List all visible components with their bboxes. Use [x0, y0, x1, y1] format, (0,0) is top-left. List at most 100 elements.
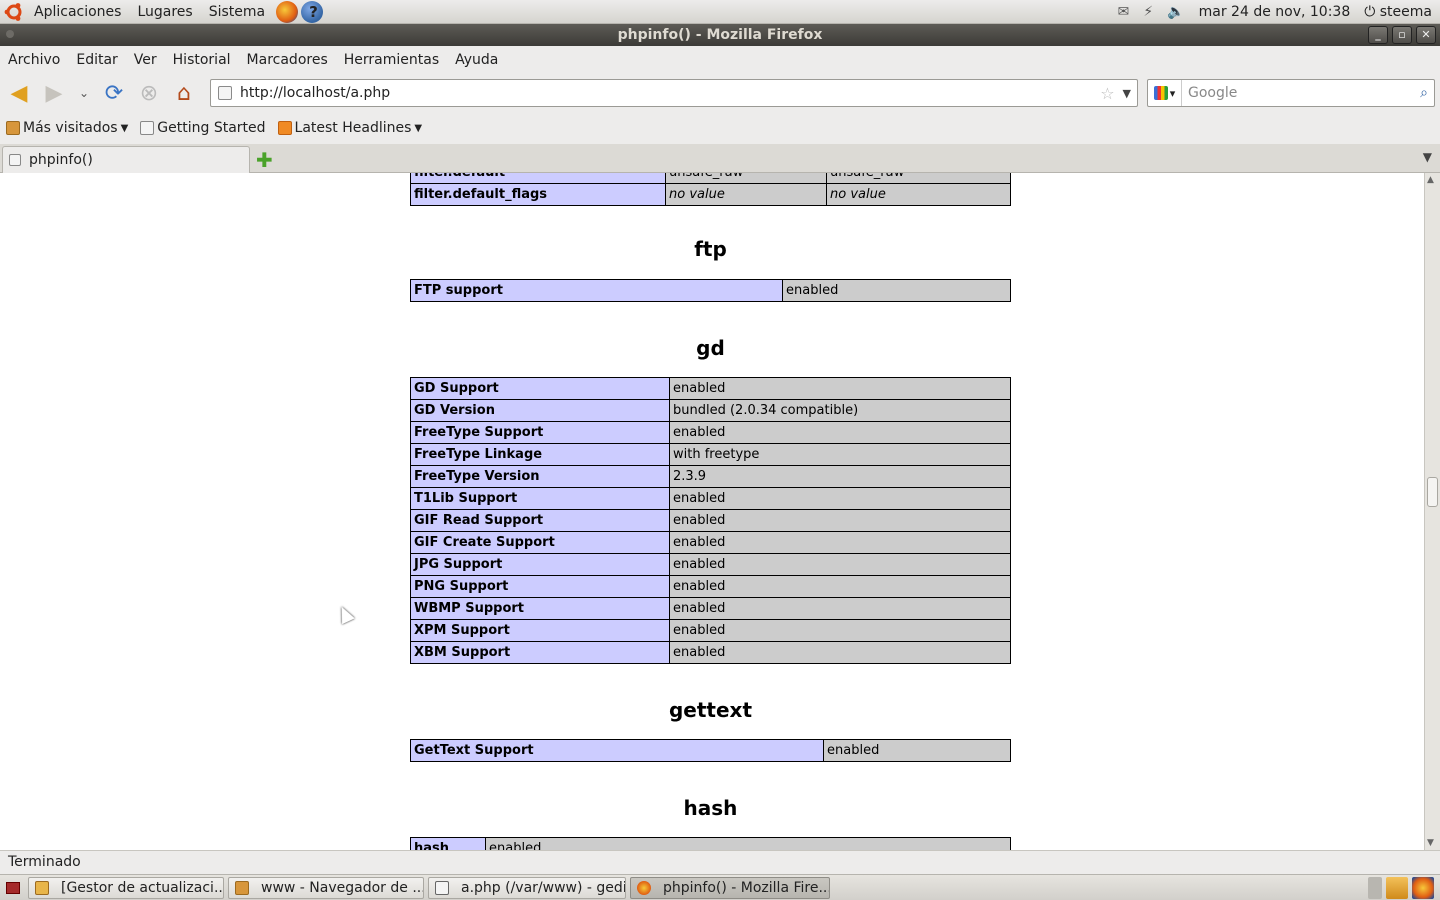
table-row: GIF Read Support enabled	[410, 509, 1011, 532]
workspace-switcher[interactable]	[1368, 876, 1382, 899]
hash-table: hash enabled	[410, 837, 1011, 850]
bookmark-getting-started[interactable]: Getting Started	[134, 120, 271, 136]
home-button[interactable]: ⌂	[168, 77, 200, 109]
taskbar-gedit[interactable]: a.php (/var/www) - gedit	[428, 876, 626, 899]
taskbar-update-manager[interactable]: [Gestor de actualizaci...	[28, 876, 224, 899]
section-title-ftp: ftp	[694, 237, 727, 261]
show-desktop-icon[interactable]	[6, 881, 20, 894]
firefox-launcher-icon[interactable]	[276, 0, 299, 23]
text-editor-icon	[435, 880, 449, 895]
minimize-button[interactable]: _	[1368, 26, 1388, 44]
table-row: FreeType Linkage with freetype	[410, 443, 1011, 466]
menu-lugares[interactable]: Lugares	[129, 4, 200, 20]
bookmark-mas-visitados[interactable]: Más visitados ▼	[0, 120, 134, 136]
power-icon: ⏻	[1364, 3, 1376, 20]
history-dropdown-button[interactable]: ⌄	[73, 77, 95, 109]
window-menu-icon[interactable]	[6, 30, 14, 38]
table-row: filter.default unsafe_raw unsafe_raw	[410, 173, 1011, 184]
url-dropdown-icon[interactable]: ▼	[1123, 87, 1131, 100]
config-key: WBMP Support	[410, 597, 670, 620]
config-value: with freetype	[669, 443, 1011, 466]
new-tab-button[interactable]: ✚	[256, 148, 273, 172]
close-button[interactable]: ✕	[1416, 26, 1436, 44]
search-engine-selector[interactable]: ▾	[1148, 80, 1182, 106]
table-row: WBMP Support enabled	[410, 597, 1011, 620]
table-row: GetText Support enabled	[410, 739, 1011, 762]
folder-icon	[6, 121, 20, 135]
config-value: 2.3.9	[669, 465, 1011, 488]
taskbar-firefox[interactable]: phpinfo() - Mozilla Fire...	[630, 876, 830, 899]
menu-ver[interactable]: Ver	[126, 52, 165, 68]
section-title-hash: hash	[683, 796, 738, 820]
config-key: XPM Support	[410, 619, 670, 642]
help-launcher-icon[interactable]: ?	[301, 0, 324, 23]
scrollbar-thumb[interactable]	[1427, 477, 1438, 507]
config-value: bundled (2.0.34 compatible)	[669, 399, 1011, 422]
chevron-down-icon: ▼	[120, 122, 129, 134]
reload-button[interactable]: ⟳	[98, 77, 130, 109]
vertical-scrollbar[interactable]: ▲ ▼	[1424, 173, 1440, 850]
scroll-down-icon[interactable]: ▼	[1427, 838, 1434, 848]
tab-strip: phpinfo() ✚ ▼	[0, 144, 1440, 173]
filter-table: filter.default unsafe_raw unsafe_raw fil…	[410, 173, 1011, 206]
volume-icon[interactable]: 🔈	[1167, 4, 1184, 20]
menu-archivo[interactable]: Archivo	[0, 52, 68, 68]
clock[interactable]: mar 24 de nov, 10:38	[1199, 4, 1351, 20]
menu-herramientas[interactable]: Herramientas	[336, 52, 447, 68]
menu-sistema[interactable]: Sistema	[201, 4, 273, 20]
config-key: T1Lib Support	[410, 487, 670, 510]
folder-icon	[235, 880, 249, 895]
config-key: GIF Read Support	[410, 509, 670, 532]
config-key: GD Support	[410, 377, 670, 400]
search-input[interactable]: Google	[1182, 85, 1420, 101]
site-identity-icon[interactable]	[218, 86, 232, 100]
scroll-up-icon[interactable]: ▲	[1427, 175, 1434, 185]
forward-button[interactable]: ▶	[38, 77, 70, 109]
config-key: FreeType Linkage	[410, 443, 670, 466]
user-name: steema	[1379, 3, 1432, 20]
gd-table: GD Support enabled GD Version bundled (2.0…	[410, 377, 1011, 664]
config-value: enabled	[485, 837, 1011, 850]
bookmark-star-icon[interactable]: ☆	[1100, 84, 1114, 103]
status-bar: Terminado	[0, 850, 1440, 874]
menu-marcadores[interactable]: Marcadores	[239, 52, 336, 68]
config-key: XBM Support	[410, 641, 670, 664]
config-key: FreeType Support	[410, 421, 670, 444]
ftp-table: FTP support enabled	[410, 279, 1011, 302]
network-icon[interactable]: ⚡	[1143, 4, 1153, 20]
user-menu[interactable]: ⏻ steema	[1364, 4, 1432, 20]
search-bar[interactable]: ▾ Google ⌕	[1147, 79, 1435, 107]
table-row: FreeType Support enabled	[410, 421, 1011, 444]
menu-ayuda[interactable]: Ayuda	[447, 52, 506, 68]
back-button[interactable]: ◀	[3, 77, 35, 109]
maximize-button[interactable]: ▫	[1392, 26, 1412, 44]
trash-icon[interactable]	[1386, 876, 1408, 899]
page-content: filter.default unsafe_raw unsafe_raw fil…	[0, 173, 1424, 850]
bookmark-latest-headlines[interactable]: Latest Headlines ▼	[272, 120, 429, 136]
menu-aplicaciones[interactable]: Aplicaciones	[26, 4, 129, 20]
search-icon[interactable]: ⌕	[1420, 85, 1428, 101]
back-arrow-icon: ◀	[10, 80, 28, 106]
chevron-down-icon: ▼	[414, 122, 423, 134]
firefox-tray-icon[interactable]	[1412, 876, 1434, 899]
tab-phpinfo[interactable]: phpinfo()	[2, 146, 250, 173]
tab-list-button[interactable]: ▼	[1423, 150, 1432, 164]
bookmark-label: Getting Started	[157, 120, 266, 136]
table-row: GIF Create Support enabled	[410, 531, 1011, 554]
url-input[interactable]: http://localhost/a.php	[240, 85, 1100, 101]
menu-editar[interactable]: Editar	[68, 52, 125, 68]
reload-icon: ⟳	[104, 80, 124, 106]
url-bar[interactable]: http://localhost/a.php ☆ ▼	[210, 79, 1138, 107]
menu-historial[interactable]: Historial	[165, 52, 239, 68]
window-titlebar[interactable]: phpinfo() - Mozilla Firefox _ ▫ ✕	[0, 24, 1440, 46]
config-value: enabled	[669, 531, 1011, 554]
mail-icon[interactable]: ✉	[1118, 4, 1130, 20]
table-row: XPM Support enabled	[410, 619, 1011, 642]
chevron-down-icon: ⌄	[78, 86, 90, 100]
config-key: PNG Support	[410, 575, 670, 598]
table-row: JPG Support enabled	[410, 553, 1011, 576]
navigation-toolbar: ◀ ▶ ⌄ ⟳ ⊗ ⌂ http://localhost/a.php ☆ ▼ ▾…	[0, 74, 1440, 112]
taskbar-file-browser[interactable]: www - Navegador de ...	[228, 876, 424, 899]
local-value: unsafe_raw	[665, 173, 827, 184]
stop-button[interactable]: ⊗	[133, 77, 165, 109]
